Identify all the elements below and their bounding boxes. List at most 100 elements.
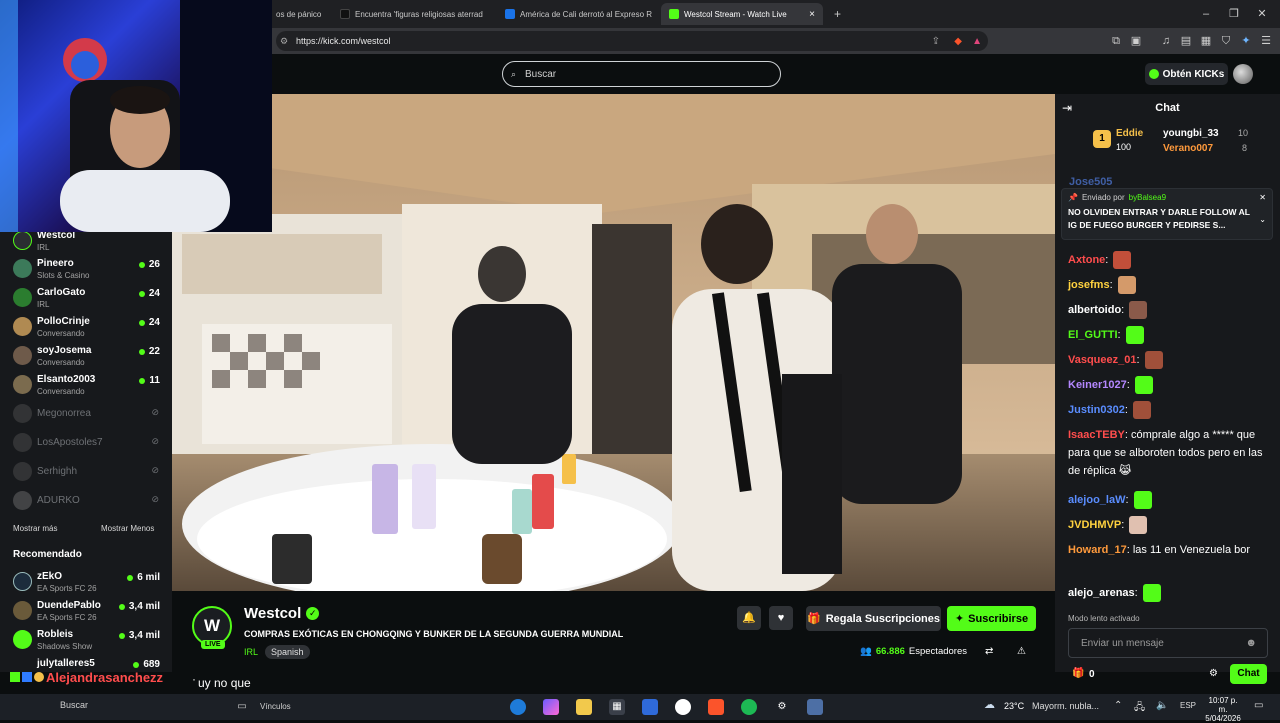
tray-chevron-icon[interactable]: ⌃ [1114, 700, 1122, 711]
sidebar-item-losapostoles7[interactable]: LosApostoles7 ⊘ [0, 428, 172, 457]
gift-subs-button[interactable]: 🎁 Regala Suscripciones [806, 606, 941, 631]
network-icon[interactable]: 🖧 [1134, 700, 1145, 717]
show-more-link[interactable]: Mostrar más [13, 524, 57, 533]
brave-icon[interactable] [708, 699, 724, 715]
settings-icon[interactable]: ⚙ [774, 699, 790, 715]
app-icon[interactable] [675, 699, 691, 715]
rank-one-icon: 1 [1093, 130, 1111, 148]
chat-separator: : [1136, 354, 1143, 366]
notifications-icon[interactable]: ▭ [1254, 700, 1263, 711]
chat-username[interactable]: Howard_17 [1068, 544, 1127, 556]
clock[interactable]: 10:07 p. m. 5/04/2026 [1203, 696, 1243, 723]
sidebar-item-duendepablo[interactable]: DuendePablo EA Sports FC 26 3,4 mil [0, 596, 172, 625]
chat-settings-icon[interactable]: ⚙ [1209, 668, 1218, 679]
show-less-link[interactable]: Mostrar Menos [101, 524, 154, 533]
user-avatar[interactable] [1233, 64, 1253, 84]
live-dot-icon [138, 319, 145, 326]
store-icon[interactable]: ▦ [609, 699, 625, 715]
subscribe-button[interactable]: ✦ Suscribirse [947, 606, 1036, 631]
channel-name: ADURKO [37, 495, 80, 506]
ai-icon[interactable]: ✦ [1238, 33, 1254, 49]
outlook-icon[interactable] [642, 699, 658, 715]
live-dot-icon [138, 290, 145, 297]
video-player[interactable] [172, 94, 1055, 591]
rewards-icon[interactable]: ▲ [972, 36, 982, 47]
follow-heart-icon[interactable]: ♥ [769, 606, 793, 630]
points-icon[interactable]: 🎁 [1072, 668, 1084, 679]
copilot-icon[interactable] [543, 699, 559, 715]
tab-1[interactable]: Encuentra 'figuras religiosas aterrad [332, 3, 492, 25]
share-icon[interactable]: ⇄ [985, 646, 993, 657]
chat-username[interactable]: El_GUTTI [1068, 329, 1118, 341]
emoji-icon[interactable]: ☻ [1245, 637, 1257, 649]
input-language[interactable]: ESP [1180, 701, 1196, 710]
chat-username[interactable]: Justin0302 [1068, 404, 1125, 416]
sidebar-item-adurko[interactable]: ADURKO ⊘ [0, 486, 172, 515]
file-explorer-icon[interactable] [576, 699, 592, 715]
tab-2[interactable]: América de Cali derrotó al Expreso R [497, 3, 657, 25]
live-dot-icon [133, 661, 140, 668]
tab-close-icon[interactable]: × [809, 9, 815, 20]
channel-name: CarloGato [37, 287, 86, 298]
send-chat-button[interactable]: Chat [1230, 664, 1267, 684]
taskbar-search[interactable]: Buscar [42, 700, 172, 714]
chat-username[interactable]: JVDHMVP [1068, 519, 1121, 531]
brave-shield-icon[interactable]: ◆ [954, 36, 962, 47]
volume-icon[interactable]: 🔈 [1156, 700, 1168, 711]
channel-name-heading[interactable]: Westcol ✓ [244, 605, 320, 622]
menu-icon[interactable]: ☰ [1258, 33, 1274, 49]
vpn-icon[interactable]: ⛉ [1218, 33, 1234, 49]
sidebar-item-serhighh[interactable]: Serhighh ⊘ [0, 457, 172, 486]
task-view-icon[interactable]: ▭ [234, 699, 250, 715]
sidebar-item-zeko[interactable]: zEkO EA Sports FC 26 6 mil [0, 567, 172, 596]
chat-username[interactable]: Keiner1027 [1068, 379, 1127, 391]
close-window-icon[interactable]: ✕ [1254, 6, 1270, 22]
language-tag[interactable]: Spanish [265, 645, 310, 659]
maximize-icon[interactable]: ❐ [1226, 6, 1242, 22]
chat-username[interactable]: Axtone [1068, 254, 1105, 266]
sidebar-item-soyjosema[interactable]: soyJosema Conversando 22 [0, 341, 172, 370]
weather-text[interactable]: Mayorm. nubla... [1032, 701, 1099, 711]
chat-username[interactable]: Vasqueez_01 [1068, 354, 1137, 366]
chat-input-placeholder: Enviar un mensaje [1081, 637, 1164, 649]
emote-icon [1117, 276, 1136, 295]
calculator-icon[interactable] [807, 699, 823, 715]
music-icon[interactable]: ♫ [1158, 33, 1174, 49]
sidebar-item-pineero[interactable]: Pineero Slots & Casino 26 [0, 254, 172, 283]
tab-3[interactable]: Westcol Stream - Watch Live × [661, 3, 823, 25]
category-link[interactable]: IRL [244, 647, 258, 657]
weather-temp[interactable]: 23°C [1004, 701, 1024, 711]
sidebar-item-megonorrea[interactable]: Megonorrea ⊘ [0, 399, 172, 428]
minimize-icon[interactable]: – [1198, 6, 1214, 22]
sidebar-item-elsanto2003[interactable]: Elsanto2003 Conversando 11 [0, 370, 172, 399]
chat-username[interactable]: alejoo_laW [1068, 494, 1125, 506]
chat-input[interactable]: Enviar un mensaje ☻ [1068, 628, 1268, 658]
unpin-icon[interactable]: ✕ [1259, 193, 1266, 202]
extensions-icon[interactable]: ⧉ [1108, 33, 1124, 49]
report-icon[interactable]: ⚠ [1017, 646, 1026, 657]
chat-username[interactable]: alejo_arenas [1068, 587, 1135, 599]
pinned-message[interactable]: 📌 Enviado por byBalsea9 NO OLVIDEN ENTRA… [1061, 188, 1273, 240]
widgets-label[interactable]: Vínculos [260, 702, 291, 711]
new-tab-button[interactable]: + [826, 3, 846, 25]
get-kicks-button[interactable]: Obtén KICKs [1145, 63, 1228, 85]
wallet-icon[interactable]: ▦ [1198, 33, 1214, 49]
spotify-icon[interactable] [741, 699, 757, 715]
avatar [13, 259, 32, 278]
chat-username[interactable]: albertoido [1068, 304, 1121, 316]
url-field[interactable]: ⚙ https://kick.com/westcol ⇪ ◆ ▲ [276, 31, 988, 51]
sidebar-item-robleis[interactable]: Robleis Shadows Show 3,4 mil [0, 625, 172, 654]
site-info-icon[interactable]: ⚙ [280, 36, 288, 47]
chat-username[interactable]: josefms [1068, 279, 1110, 291]
sidebar-item-carlogato[interactable]: CarloGato IRL 24 [0, 283, 172, 312]
tab-0[interactable]: os de pánico [268, 3, 326, 25]
sidebar-icon[interactable]: ▤ [1178, 33, 1194, 49]
sidebar-item-pollocrinje[interactable]: PolloCrinje Conversando 24 [0, 312, 172, 341]
notification-bell-icon[interactable]: 🔔 [737, 606, 761, 630]
search-input[interactable]: ⌕ Buscar [502, 61, 781, 87]
chat-username[interactable]: IsaacTEBY [1068, 429, 1125, 441]
edge-icon[interactable] [510, 699, 526, 715]
share-icon[interactable]: ⇪ [932, 36, 940, 47]
screenshot-icon[interactable]: ▣ [1128, 33, 1144, 49]
chevron-down-icon[interactable]: ⌄ [1259, 215, 1266, 224]
